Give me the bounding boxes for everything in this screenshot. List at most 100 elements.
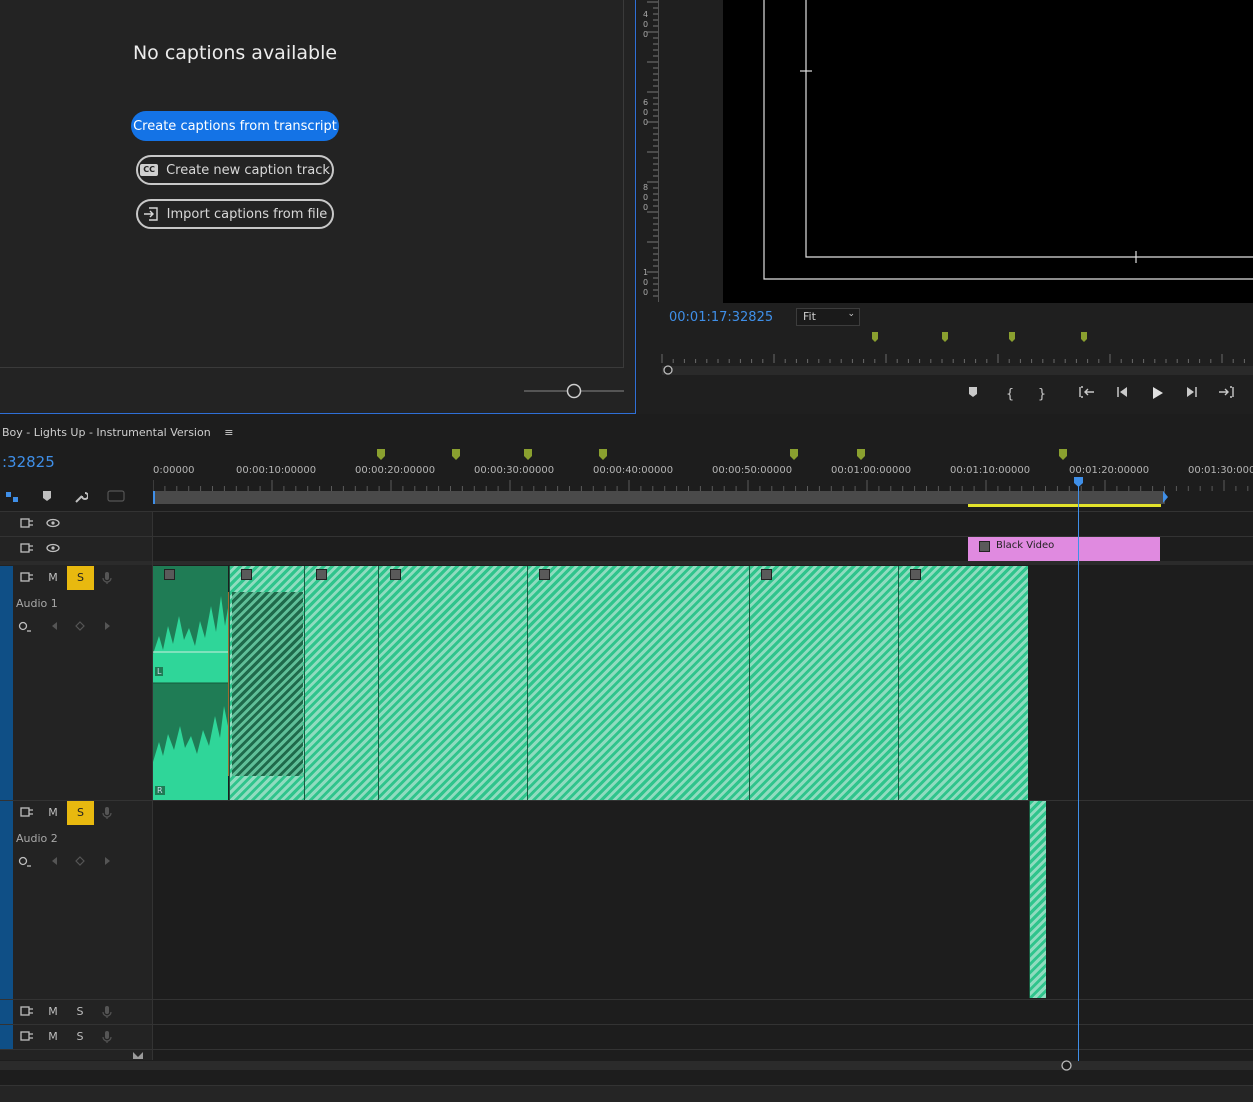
add-keyframe-icon[interactable] [73, 856, 87, 870]
fx-badge-icon [316, 569, 327, 580]
solo-button[interactable]: S [67, 566, 94, 590]
create-captions-from-transcript-button[interactable]: Create captions from transcript [131, 111, 339, 141]
track-target-audio1[interactable] [0, 566, 13, 800]
program-timecode[interactable]: 00:01:17:32825 [669, 310, 773, 325]
sequence-tab[interactable]: Boy - Lights Up - Instrumental Version ≡ [2, 426, 233, 439]
track-target-audio3[interactable] [0, 1000, 13, 1024]
mute-button[interactable]: M [46, 806, 60, 820]
program-marker [1081, 332, 1087, 342]
timeline-timecode[interactable]: :32825 [2, 453, 55, 471]
sync-lock-icon[interactable] [20, 542, 34, 556]
create-new-caption-track-button[interactable]: CC Create new caption track [136, 155, 334, 185]
status-bar [0, 1085, 1253, 1102]
add-marker-icon[interactable] [963, 386, 983, 404]
video-audio-divider[interactable] [0, 561, 1253, 565]
audio-clip-offline[interactable] [749, 566, 898, 800]
channel-right-label: R [155, 786, 165, 795]
audio-clip-offline[interactable] [304, 566, 378, 800]
solo-button[interactable]: S [73, 1030, 87, 1044]
keyframe-options-icon[interactable] [18, 621, 32, 635]
timeline-marker [599, 449, 607, 460]
play-icon[interactable] [1147, 386, 1167, 404]
clip-selection-region [232, 592, 303, 776]
audio-clip-offline[interactable] [898, 566, 1028, 800]
black-video-clip[interactable]: Black Video [968, 537, 1160, 561]
ruler-tick-label: 00:01:00:00000 [831, 465, 912, 476]
ruler-tick-label: 00:00:30:00000 [474, 465, 555, 476]
mute-button[interactable]: M [46, 1005, 60, 1019]
track-separator [0, 800, 1253, 801]
fit-value: Fit [803, 310, 816, 323]
mark-in-icon[interactable]: { [1000, 386, 1020, 404]
sync-lock-icon[interactable] [20, 1030, 34, 1044]
mark-out-icon[interactable]: } [1032, 386, 1052, 404]
next-keyframe-icon[interactable] [101, 856, 115, 870]
create-new-track-label: Create new caption track [166, 162, 330, 178]
import-captions-button[interactable]: Import captions from file [136, 199, 334, 229]
scroll-zoom-handle[interactable] [1060, 1059, 1073, 1072]
zoom-fit-dropdown[interactable]: Fit ⌄ [796, 308, 860, 326]
program-marker-ruler[interactable] [660, 330, 1253, 370]
captions-toggle-icon[interactable] [107, 490, 125, 504]
ruler-tick-label: 00:01:30:000 [1188, 465, 1253, 476]
vertical-ruler-ticks [647, 1, 658, 297]
render-bar [968, 504, 1161, 507]
track-separator [0, 1024, 1253, 1025]
track-height-toggle-icon[interactable] [132, 1051, 144, 1060]
track-name-audio1[interactable]: Audio 1 [16, 597, 58, 610]
prev-keyframe-icon[interactable] [47, 621, 61, 635]
wrench-icon[interactable] [74, 490, 89, 504]
track-name-audio2[interactable]: Audio 2 [16, 832, 58, 845]
audio-clip-offline[interactable] [229, 566, 304, 800]
microphone-icon[interactable] [100, 806, 114, 820]
sync-lock-icon[interactable] [20, 806, 34, 820]
work-area-end-handle[interactable] [1163, 491, 1169, 504]
audio-clip-offline[interactable] [378, 566, 527, 800]
playhead-handle[interactable] [1073, 477, 1084, 488]
add-keyframe-icon[interactable] [73, 621, 87, 635]
add-marker-icon[interactable] [40, 490, 54, 504]
audio-clip-waveform[interactable]: L R [153, 566, 228, 800]
fx-badge-icon [761, 569, 772, 580]
work-area-bar[interactable] [153, 491, 1165, 504]
timeline-marker-row[interactable] [153, 446, 1253, 462]
microphone-icon[interactable] [100, 1005, 114, 1019]
eye-icon[interactable] [46, 542, 60, 556]
sync-lock-icon[interactable] [20, 571, 34, 585]
next-keyframe-icon[interactable] [101, 621, 115, 635]
solo-button[interactable]: S [67, 801, 94, 825]
go-to-out-icon[interactable] [1216, 386, 1236, 404]
microphone-icon[interactable] [100, 571, 114, 585]
fx-badge-icon [979, 541, 990, 552]
ruler-label-bottom: 100 [643, 268, 649, 297]
program-scrub-bar[interactable] [662, 366, 1253, 375]
mute-button[interactable]: M [46, 1030, 60, 1044]
step-forward-icon[interactable] [1182, 386, 1202, 404]
step-back-icon[interactable] [1112, 386, 1132, 404]
nest-sequence-icon[interactable] [5, 490, 19, 504]
scrub-start-handle[interactable] [662, 364, 674, 376]
panel-menu-icon[interactable]: ≡ [224, 426, 233, 439]
work-area-start-handle[interactable] [153, 491, 157, 504]
ruler-label-lower: 800 [643, 183, 649, 212]
timeline-marker [857, 449, 865, 460]
solo-button[interactable]: S [73, 1005, 87, 1019]
ruler-tick-label: 00:00:20:00000 [355, 465, 436, 476]
program-video-frame[interactable] [723, 0, 1253, 303]
prev-keyframe-icon[interactable] [47, 856, 61, 870]
microphone-icon[interactable] [100, 1030, 114, 1044]
audio-clip-offline[interactable] [527, 566, 749, 800]
sync-lock-icon[interactable] [20, 517, 34, 531]
eye-icon[interactable] [46, 517, 60, 531]
timeline-marker [524, 449, 532, 460]
mute-button[interactable]: M [46, 571, 60, 585]
audio-clip-offline[interactable] [1029, 801, 1046, 998]
track-target-audio2[interactable] [0, 801, 13, 999]
sync-lock-icon[interactable] [20, 1005, 34, 1019]
playhead-line[interactable] [1078, 481, 1079, 1061]
keyframe-options-icon[interactable] [18, 856, 32, 870]
captions-zoom-slider[interactable] [524, 383, 624, 399]
track-target-audio4[interactable] [0, 1025, 13, 1049]
go-to-in-icon[interactable] [1077, 386, 1097, 404]
no-captions-heading: No captions available [132, 42, 338, 64]
